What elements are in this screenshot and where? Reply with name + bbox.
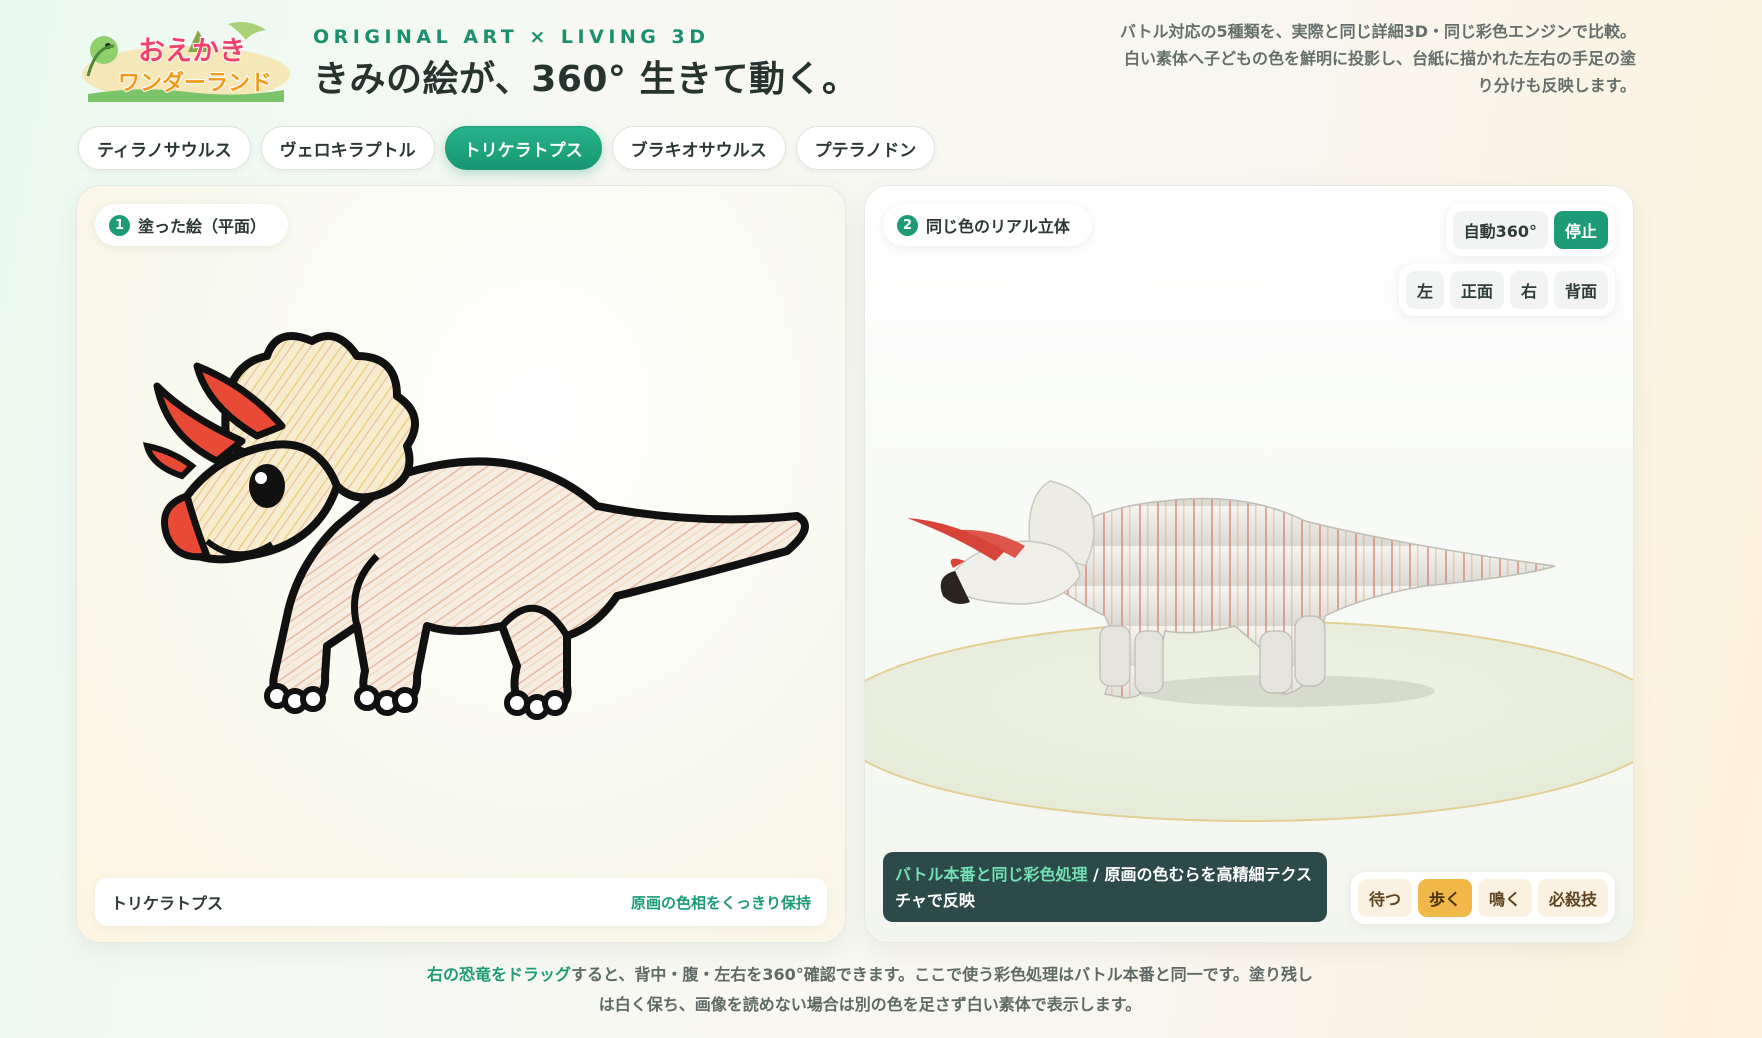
view-front-button[interactable]: 正面	[1449, 271, 1504, 309]
tab-brachiosaurus[interactable]: ブラキオサウルス	[611, 126, 786, 170]
view-left-button[interactable]: 左	[1405, 271, 1444, 309]
anim-walk-button[interactable]: 歩く	[1417, 879, 1472, 917]
step-number-badge: 1	[109, 214, 130, 236]
eyebrow-text: ORIGINAL ART × LIVING 3D	[313, 26, 710, 48]
drawing-panel-label: 塗った絵（平面）	[138, 217, 267, 236]
footer-note: 右の恐竜をドラッグすると、背中・腹・左右を360°確認できます。ここで使う彩色処…	[420, 960, 1320, 1020]
drawing-caption-note: 原画の色相をくっきり保持	[630, 893, 811, 912]
processing-badge: バトル本番と同じ彩色処理 / 原画の色むらを高精細テクスチャで反映	[883, 852, 1327, 922]
footer-highlight: 右の恐竜をドラッグ	[426, 965, 571, 984]
page-headline: きみの絵が、360° 生きて動く。	[313, 59, 859, 100]
rotation-controls: 自動360° 停止	[1445, 204, 1615, 256]
tab-triceratops[interactable]: トリケラトプス	[444, 126, 602, 170]
triceratops-drawing	[142, 332, 809, 720]
view-right-button[interactable]: 右	[1509, 271, 1548, 309]
anim-idle-button[interactable]: 待つ	[1357, 879, 1412, 917]
view-back-button[interactable]: 背面	[1553, 271, 1608, 309]
drawing-caption: トリケラトプス 原画の色相をくっきり保持	[95, 878, 827, 926]
3d-model-viewport[interactable]	[865, 426, 1634, 826]
app-logo: おえかき ワンダーランド	[78, 16, 294, 104]
logo-text-top: おえかき	[138, 36, 246, 67]
tab-velociraptor[interactable]: ヴェロキラプトル	[260, 126, 435, 170]
step-number-badge: 2	[897, 214, 918, 236]
stop-button[interactable]: 停止	[1553, 211, 1608, 249]
badge-highlight: バトル本番と同じ彩色処理	[895, 865, 1088, 884]
drawing-caption-name: トリケラトプス	[111, 894, 224, 913]
model-panel-label: 同じ色のリアル立体	[926, 217, 1070, 236]
tab-tyrannosaurus[interactable]: ティラノサウルス	[78, 126, 251, 170]
drawing-panel-title: 1 塗った絵（平面）	[95, 204, 289, 246]
model-panel-title: 2 同じ色のリアル立体	[883, 204, 1092, 246]
anim-roar-button[interactable]: 鳴く	[1477, 879, 1532, 917]
anim-special-button[interactable]: 必殺技	[1537, 879, 1608, 917]
tab-pteranodon[interactable]: プテラノドン	[795, 126, 936, 170]
animation-controls: 待つ 歩く 鳴く 必殺技	[1350, 872, 1615, 924]
intro-text: バトル対応の5種類を、実際と同じ詳細3D・同じ彩色エンジンで比較。白い素体へ子ど…	[1119, 22, 1636, 95]
logo-text-bottom: ワンダーランド	[118, 70, 272, 96]
footer-text: すると、背中・腹・左右を360°確認できます。ここで使う彩色処理はバトル本番と同…	[570, 965, 1314, 1014]
view-controls: 左 正面 右 背面	[1398, 264, 1615, 316]
dinosaur-tabs: ティラノサウルス ヴェロキラプトル トリケラトプス ブラキオサウルス プテラノド…	[78, 126, 936, 170]
auto-rotate-button[interactable]: 自動360°	[1452, 211, 1548, 249]
drawing-panel: 1 塗った絵（平面） トリケラトプス 原画の色相をくっきり保持	[76, 185, 846, 943]
model-panel: 2 同じ色のリアル立体 自動360° 停止 左 正面 右 背面 バトル本番と同じ…	[864, 185, 1634, 943]
